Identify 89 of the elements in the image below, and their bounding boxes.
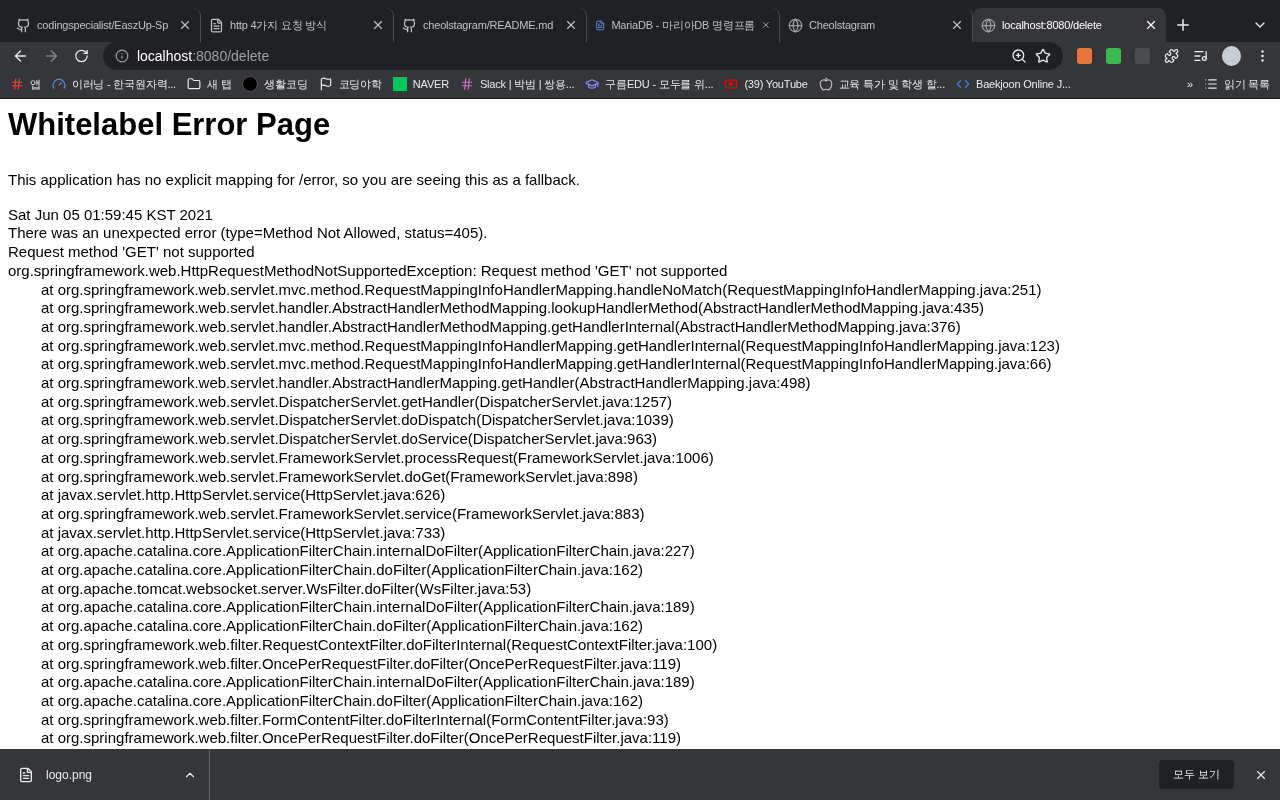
bookmark-link[interactable]: 새 탭 [186, 76, 232, 92]
browser-tab[interactable]: localhost:8080/delete [973, 8, 1166, 42]
error-line: There was an unexpected error (type=Method Not Allowed, status=405). [8, 224, 489, 244]
stack-trace-line: at org.springframework.web.filter.RequestContextFilter.doFilterInternal(RequestContextFilter.java:100) [40, 635, 719, 655]
info-icon[interactable] [114, 49, 129, 63]
extension-icon[interactable] [1105, 48, 1121, 64]
graduation-cap-icon [585, 77, 600, 91]
stack-trace-line: at org.springframework.web.filter.OncePerRequestFilter.doFilter(OncePerRequestFilter.java:119) [40, 729, 682, 749]
zoom-icon[interactable] [1010, 48, 1027, 64]
tab-title: http 4가지 요청 방식 [230, 17, 328, 33]
close-icon[interactable] [178, 18, 192, 32]
stack-trace-line: at org.apache.catalina.core.ApplicationFilterChain.internalDoFilter(ApplicationFilterChain.java:227) [40, 542, 696, 562]
stack-trace-line: at org.springframework.web.servlet.handler.AbstractHandlerMethodMapping.getHandlerInternal(AbstractHandlerMethodMapping.java:376) [40, 317, 962, 337]
stack-trace-line: at org.apache.catalina.core.ApplicationFilterChain.doFilter(ApplicationFilterChain.java:162) [40, 692, 644, 711]
stack-trace-line: at org.springframework.web.servlet.FrameworkServlet.doGet(FrameworkServlet.java:898) [40, 467, 639, 487]
intro-text: This application has no explicit mapping for /error, so you are seeing this as a fallback. [8, 171, 581, 190]
globe-icon [981, 17, 996, 33]
github-icon [402, 17, 417, 33]
play-icon [724, 77, 739, 91]
extension-icon[interactable] [1076, 48, 1092, 64]
stack-trace-line: at org.springframework.web.filter.OncePerRequestFilter.doFilter(OncePerRequestFilter.java:119) [40, 654, 682, 674]
file-icon [18, 766, 34, 783]
stack-trace-line: at javax.servlet.http.HttpServlet.service(HttpServlet.java:733) [40, 523, 447, 543]
stack-trace-line: at org.springframework.web.servlet.mvc.method.RequestMappingInfoHandlerMapping.getHandlerInternal(RequestMappingInfoHandlerMapping.java:123) [40, 336, 1061, 356]
stack-trace-line: at org.springframework.web.servlet.FrameworkServlet.service(FrameworkServlet.java:883) [40, 504, 646, 524]
stack-trace-line: at org.apache.catalina.core.ApplicationFilterChain.internalDoFilter(ApplicationFilterChain.java:189) [40, 598, 696, 618]
download-item[interactable]: logo.png [0, 749, 210, 800]
star-icon[interactable] [1034, 48, 1051, 64]
stack-trace-line: at org.springframework.web.servlet.DispatcherServlet.getHandler(DispatcherServlet.java:1257) [40, 392, 674, 412]
list-icon [1203, 77, 1218, 91]
circle-icon [242, 76, 259, 92]
bookmark-link[interactable]: Baekjoon Online J... [956, 77, 1071, 91]
puzzle-icon[interactable] [1164, 48, 1180, 64]
bookmark-link[interactable]: NAVER [392, 77, 449, 91]
stack-trace-line: at org.springframework.web.servlet.FrameworkServlet.processRequest(FrameworkServlet.java:1006) [40, 448, 715, 468]
tab-title: Cheolstagram [809, 19, 877, 31]
github-icon [16, 17, 31, 33]
bookmark-link[interactable]: 앱 [10, 76, 41, 92]
close-icon[interactable] [564, 18, 578, 32]
stack-trace-line: at org.apache.tomcat.websocket.server.WsFilter.doFilter(WsFilter.java:53) [40, 579, 533, 599]
tab-title: MariaDB - 마리아DB 명령프롬 [611, 17, 756, 33]
stack-trace-line: at org.springframework.web.servlet.handler.AbstractHandlerMethodMapping.lookupHandlerMethod(AbstractHandlerMethodMapping.java:435) [40, 299, 985, 318]
back-icon[interactable] [12, 47, 29, 65]
hash-icon [459, 77, 474, 91]
globe-icon [788, 17, 803, 33]
show-all-button[interactable]: 모두 보기 [1158, 760, 1234, 789]
stack-trace-line: at org.springframework.web.filter.FormContentFilter.doFilterInternal(FormContentFilter.java:93) [40, 710, 670, 730]
url-text: localhost:8080/delete [136, 48, 270, 64]
stack-trace-line: at org.apache.catalina.core.ApplicationFilterChain.internalDoFilter(ApplicationFilterChain.java:189) [40, 673, 696, 692]
bookmark-link[interactable]: Slack | 박범 | 쌍용... [459, 76, 575, 92]
stack-trace-line: at org.springframework.web.servlet.mvc.method.RequestMappingInfoHandlerMapping.handleNoMatch(RequestMappingInfoHandlerMapping.java:251) [40, 280, 1043, 300]
error-line: Request method 'GET' not supported [8, 243, 256, 262]
new-tab-icon[interactable] [1174, 16, 1192, 34]
stack-trace-line: at javax.servlet.http.HttpServlet.service(HttpServlet.java:626) [40, 486, 447, 505]
stack-trace-line: at org.springframework.web.servlet.DispatcherServlet.doService(DispatcherServlet.java:963) [40, 430, 659, 449]
error-line: Sat Jun 05 01:59:45 KST 2021 [8, 205, 214, 225]
stack-trace-line: at org.springframework.web.servlet.handler.AbstractHandlerMapping.getHandler(AbstractHandlerMapping.java:498) [40, 374, 812, 393]
error-line: org.springframework.web.HttpRequestMethodNotSupportedException: Request method 'GET' not supported [8, 261, 729, 281]
tab-title: cheolstagram/README.md [423, 19, 555, 31]
reading-list-button[interactable]: 읽기 목록 [1203, 76, 1270, 92]
reload-icon[interactable] [73, 48, 89, 64]
bookmark-link[interactable]: 이러닝 - 한국원자력... [51, 76, 176, 92]
folder-icon [186, 77, 201, 91]
apple-icon [818, 77, 833, 91]
flag-icon [318, 77, 333, 91]
stack-trace-line: at org.apache.catalina.core.ApplicationFilterChain.doFilter(ApplicationFilterChain.java:162) [40, 617, 644, 636]
bookmark-link[interactable]: 코딩야학 [318, 76, 382, 92]
gauge-icon [51, 77, 66, 91]
code-icon [956, 77, 971, 91]
close-icon[interactable] [950, 18, 964, 32]
overflow-chevron[interactable]: » [1187, 78, 1193, 90]
document-icon [209, 17, 224, 33]
stack-trace-line: at org.apache.catalina.core.ApplicationFilterChain.doFilter(ApplicationFilterChain.java:162) [40, 561, 644, 580]
stack-trace-line: at org.springframework.web.servlet.DispatcherServlet.doDispatch(DispatcherServlet.java:1039) [40, 411, 675, 431]
page-heading: Whitelabel Error Page [8, 107, 332, 143]
bookmark-link[interactable]: (39) YouTube [724, 77, 808, 91]
tab-title: localhost:8080/delete [1002, 19, 1103, 31]
bookmark-link[interactable]: 생활코딩 [242, 76, 308, 92]
bookmark-link[interactable]: 구름EDU - 모두를 위... [585, 76, 714, 92]
profile-avatar[interactable] [1222, 46, 1241, 66]
close-icon[interactable] [1144, 18, 1158, 32]
square-icon [392, 77, 407, 91]
media-icon[interactable] [1193, 48, 1209, 64]
file-name: logo.png [46, 767, 94, 782]
close-icon[interactable] [371, 18, 385, 32]
bookmark-link[interactable]: 교육 특가 및 학생 할... [818, 76, 946, 92]
tab-title: codingspecialist/EaszUp-Sp [37, 19, 170, 31]
stack-trace-line: at org.springframework.web.servlet.mvc.method.RequestMappingInfoHandlerMapping.getHandlerInternal(RequestMappingInfoHandlerMapping.java:66) [40, 355, 1053, 375]
address-bar[interactable]: localhost:8080/delete [102, 42, 1063, 70]
